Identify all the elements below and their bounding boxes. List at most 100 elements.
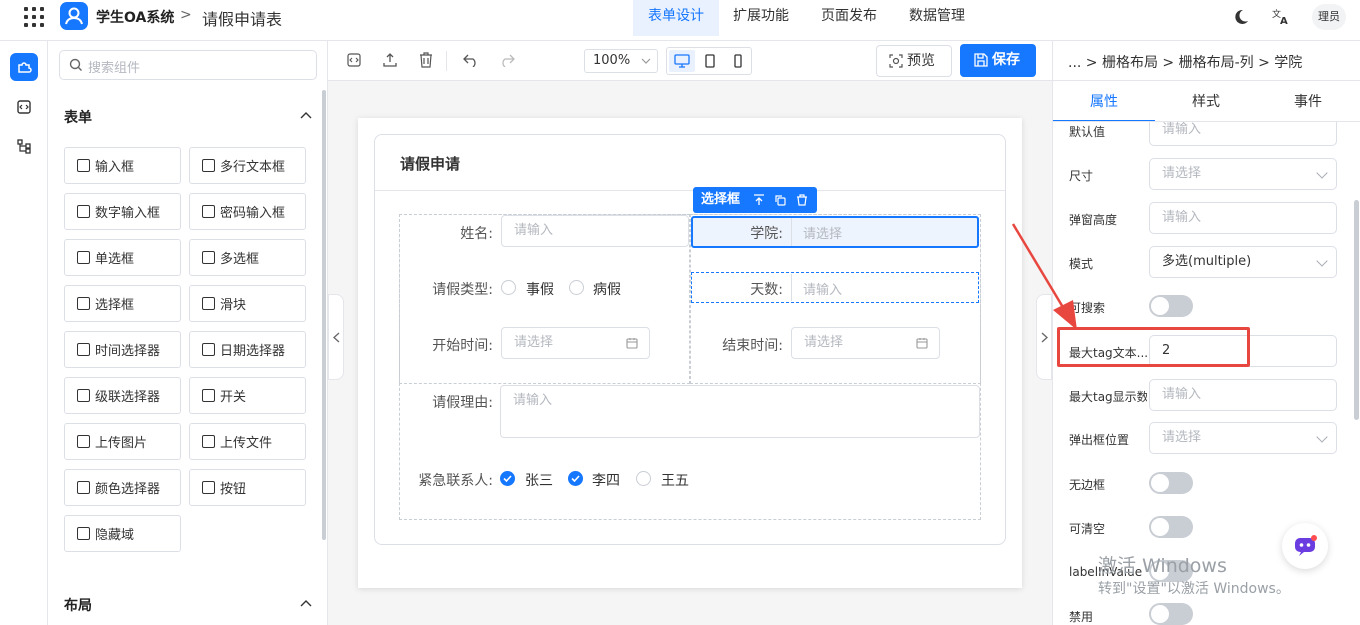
disabled-label: 禁用 — [1069, 610, 1094, 624]
name-input[interactable]: 请输入 — [501, 215, 689, 247]
app-title: 学生OA系统 — [96, 10, 175, 26]
color-picker-component-button[interactable]: 颜色选择器 — [64, 469, 181, 506]
radio-sick-label: 病假 — [593, 282, 621, 298]
checkbox-zhangsan[interactable] — [500, 471, 515, 486]
date-picker-component-button[interactable]: 日期选择器 — [189, 331, 306, 368]
component-search-input[interactable]: 搜索组件 — [59, 50, 317, 80]
start-time-picker[interactable]: 请选择 — [501, 327, 650, 359]
checkbox-wangwu[interactable] — [636, 471, 651, 486]
borderless-toggle[interactable] — [1149, 472, 1193, 494]
default-value-input[interactable]: 请输入 — [1149, 122, 1337, 146]
searchable-toggle[interactable] — [1149, 295, 1193, 317]
input-component-button[interactable]: 输入框 — [64, 147, 181, 184]
number-input-component-button[interactable]: 数字输入框 — [64, 193, 181, 230]
checkbox-component-button[interactable]: 多选框 — [189, 239, 306, 276]
date-picker-component-label: 日期选择器 — [220, 344, 286, 359]
tab-data-management[interactable]: 数据管理 — [898, 0, 976, 36]
radio-sick[interactable] — [569, 280, 584, 295]
chevron-up-icon[interactable] — [300, 599, 312, 607]
switch-component-button[interactable]: 开关 — [189, 377, 306, 414]
delete-icon[interactable] — [417, 51, 435, 69]
zoom-select[interactable]: 100% — [584, 49, 658, 73]
properties-breadcrumb: ... > 栅格布局 > 栅格布局-列 > 学院 — [1068, 55, 1303, 71]
hidden-field-component-icon — [77, 527, 90, 540]
tab-extensions[interactable]: 扩展功能 — [722, 0, 800, 36]
reason-textarea[interactable]: 请输入 — [500, 385, 980, 438]
hidden-field-component-label: 隐藏域 — [95, 528, 135, 543]
start-time-label: 开始时间: — [432, 338, 493, 354]
preview-icon — [889, 54, 903, 68]
app-grid-icon[interactable] — [24, 7, 44, 27]
upload-file-component-button[interactable]: 上传文件 — [189, 423, 306, 460]
tab-styles[interactable]: 样式 — [1155, 91, 1257, 111]
divider — [1053, 80, 1360, 81]
hidden-field-component-button[interactable]: 隐藏域 — [64, 515, 181, 552]
toolbar-divider — [446, 51, 447, 71]
input-component-label: 输入框 — [95, 160, 135, 175]
checkbox-lisi[interactable] — [568, 471, 583, 486]
redo-icon[interactable] — [498, 51, 516, 69]
cascader-component-label: 级联选择器 — [95, 390, 161, 405]
max-tag-count-input[interactable]: 请输入 — [1149, 379, 1337, 411]
input-component-icon — [77, 159, 90, 172]
components-icon[interactable] — [10, 53, 38, 81]
zoom-value: 100% — [593, 53, 631, 68]
properties-scrollbar[interactable] — [1354, 200, 1359, 420]
slider-component-button[interactable]: 滑块 — [189, 285, 306, 322]
days-input[interactable]: 请输入 — [803, 279, 842, 298]
radio-component-button[interactable]: 单选框 — [64, 239, 181, 276]
code-icon[interactable] — [10, 93, 38, 121]
chatbot-button[interactable] — [1282, 523, 1328, 569]
save-button[interactable]: 保存 — [960, 44, 1036, 77]
emergency-contact-label: 紧急联系人: — [418, 473, 493, 489]
breadcrumb-separator: > — [180, 7, 192, 23]
upload-image-component-button[interactable]: 上传图片 — [64, 423, 181, 460]
delete-icon[interactable] — [796, 194, 808, 206]
textarea-component-button[interactable]: 多行文本框 — [189, 147, 306, 184]
user-avatar[interactable]: 理员 — [1312, 4, 1346, 30]
mode-select[interactable]: 多选(multiple) — [1149, 246, 1337, 278]
college-select-placeholder: 请选择 — [803, 227, 843, 242]
popup-position-placeholder: 请选择 — [1162, 430, 1202, 445]
code-view-icon[interactable] — [345, 51, 363, 69]
select-component-label: 选择框 — [95, 298, 135, 313]
upload-image-component-label: 上传图片 — [95, 436, 148, 451]
button-component-button[interactable]: 按钮 — [189, 469, 306, 506]
clearable-toggle[interactable] — [1149, 516, 1193, 538]
mobile-icon[interactable] — [725, 50, 751, 72]
tab-form-design[interactable]: 表单设计 — [633, 0, 719, 36]
tab-events[interactable]: 事件 — [1257, 91, 1359, 111]
popup-position-label: 弹出框位置 — [1069, 433, 1130, 447]
collapse-left-button[interactable] — [328, 294, 344, 380]
tab-publish[interactable]: 页面发布 — [810, 0, 888, 36]
device-switch — [666, 47, 752, 75]
color-picker-component-label: 颜色选择器 — [95, 482, 161, 497]
popup-position-select[interactable]: 请选择 — [1149, 422, 1337, 454]
copy-icon[interactable] — [774, 194, 786, 206]
password-input-component-icon — [202, 205, 215, 218]
size-select[interactable]: 请选择 — [1149, 158, 1337, 190]
chevron-up-icon[interactable] — [300, 111, 312, 119]
radio-component-icon — [77, 251, 90, 264]
dark-mode-icon[interactable] — [1232, 8, 1250, 26]
time-picker-component-button[interactable]: 时间选择器 — [64, 331, 181, 368]
undo-icon[interactable] — [462, 51, 480, 69]
tab-properties[interactable]: 属性 — [1053, 91, 1155, 111]
desktop-icon[interactable] — [669, 50, 695, 72]
contact-lisi-label: 李四 — [592, 473, 620, 489]
select-component-button[interactable]: 选择框 — [64, 285, 181, 322]
disabled-toggle[interactable] — [1149, 603, 1193, 625]
color-picker-component-icon — [77, 481, 90, 494]
end-time-picker[interactable]: 请选择 — [791, 327, 940, 359]
password-input-component-button[interactable]: 密码输入框 — [189, 193, 306, 230]
preview-button[interactable]: 预览 — [876, 45, 952, 77]
cascader-component-button[interactable]: 级联选择器 — [64, 377, 181, 414]
popup-height-input[interactable]: 请输入 — [1149, 202, 1337, 234]
radio-personal[interactable] — [501, 280, 516, 295]
upload-icon[interactable] — [381, 51, 399, 69]
translate-icon[interactable]: 文A — [1272, 7, 1290, 25]
move-up-icon[interactable] — [753, 194, 765, 206]
tree-icon[interactable] — [10, 132, 38, 160]
tablet-icon[interactable] — [697, 50, 723, 72]
component-panel-scrollbar[interactable] — [322, 90, 326, 540]
